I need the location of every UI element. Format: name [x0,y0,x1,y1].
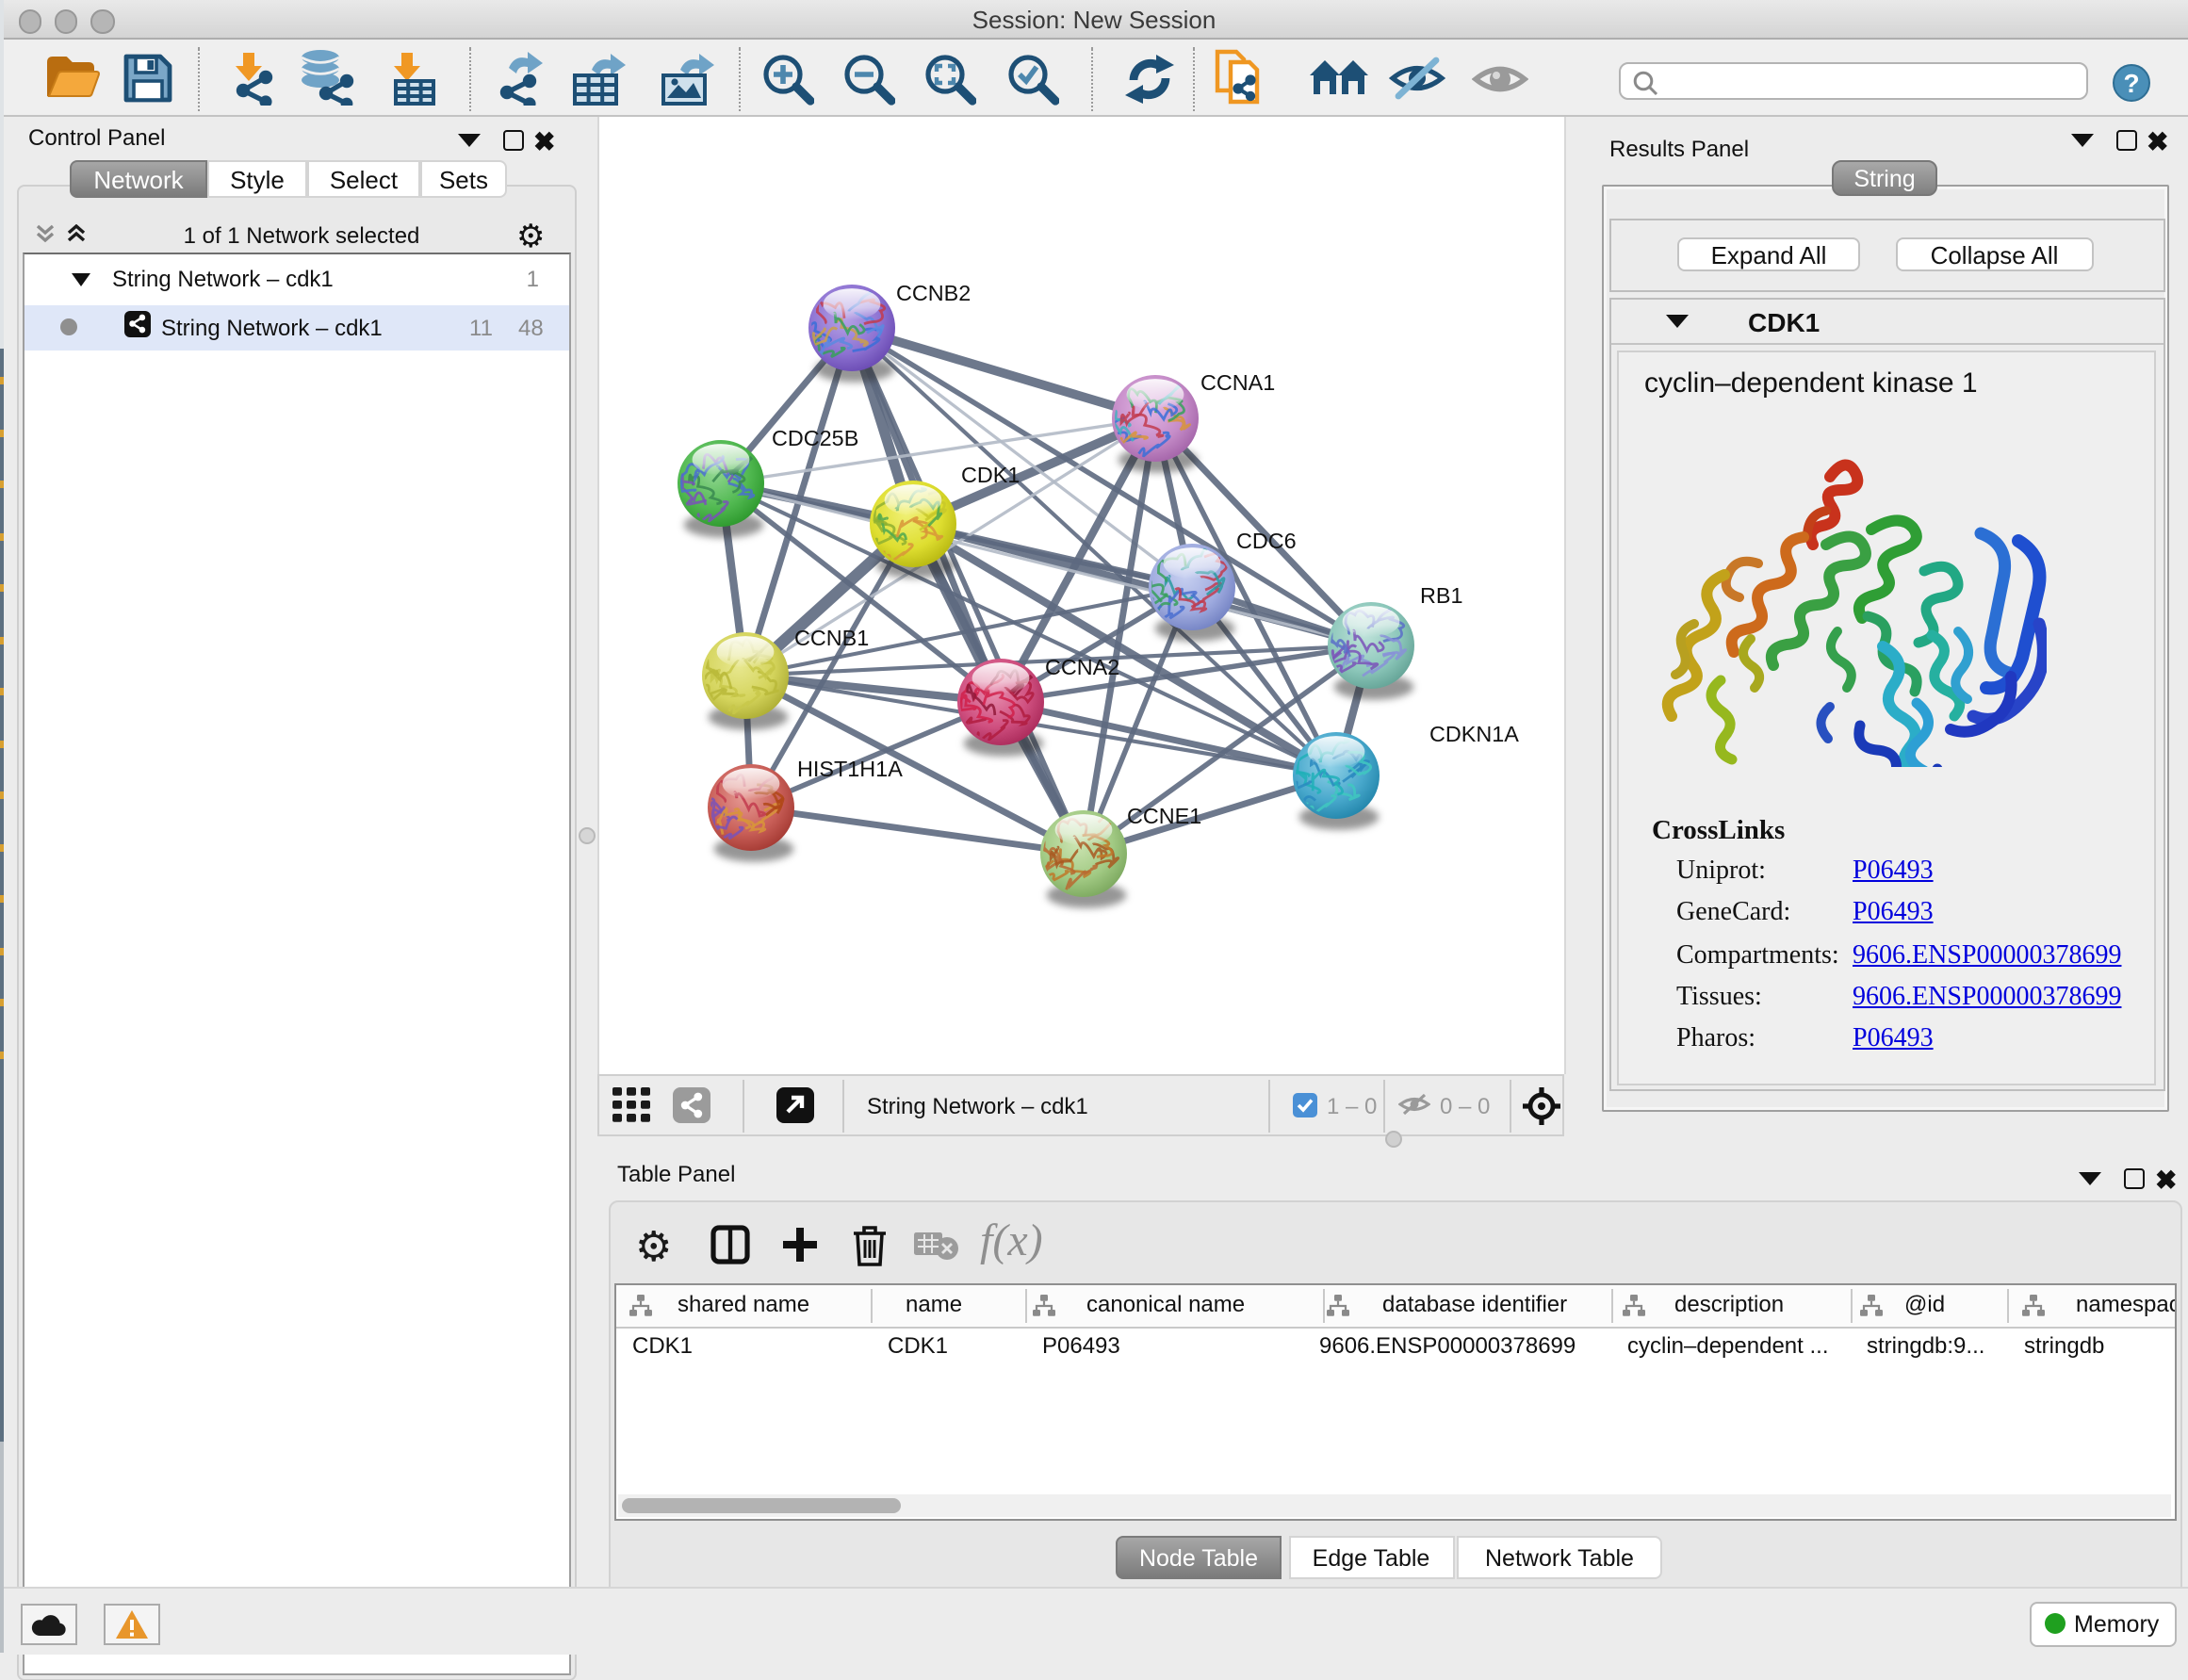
svg-text:CDC25B: CDC25B [771,425,857,449]
svg-text:CCNA1: CCNA1 [1200,369,1274,394]
svg-text:RB1: RB1 [1419,582,1462,607]
svg-text:CDK1: CDK1 [960,462,1019,486]
svg-text:CCNB2: CCNB2 [895,280,970,304]
svg-text:CCNB1: CCNB1 [793,625,868,649]
svg-text:CDKN1A: CDKN1A [1429,721,1518,745]
svg-text:HIST1H1A: HIST1H1A [796,756,902,780]
svg-text:CCNA2: CCNA2 [1044,654,1118,678]
svg-text:CCNE1: CCNE1 [1126,803,1200,827]
svg-text:CDC6: CDC6 [1235,528,1296,552]
